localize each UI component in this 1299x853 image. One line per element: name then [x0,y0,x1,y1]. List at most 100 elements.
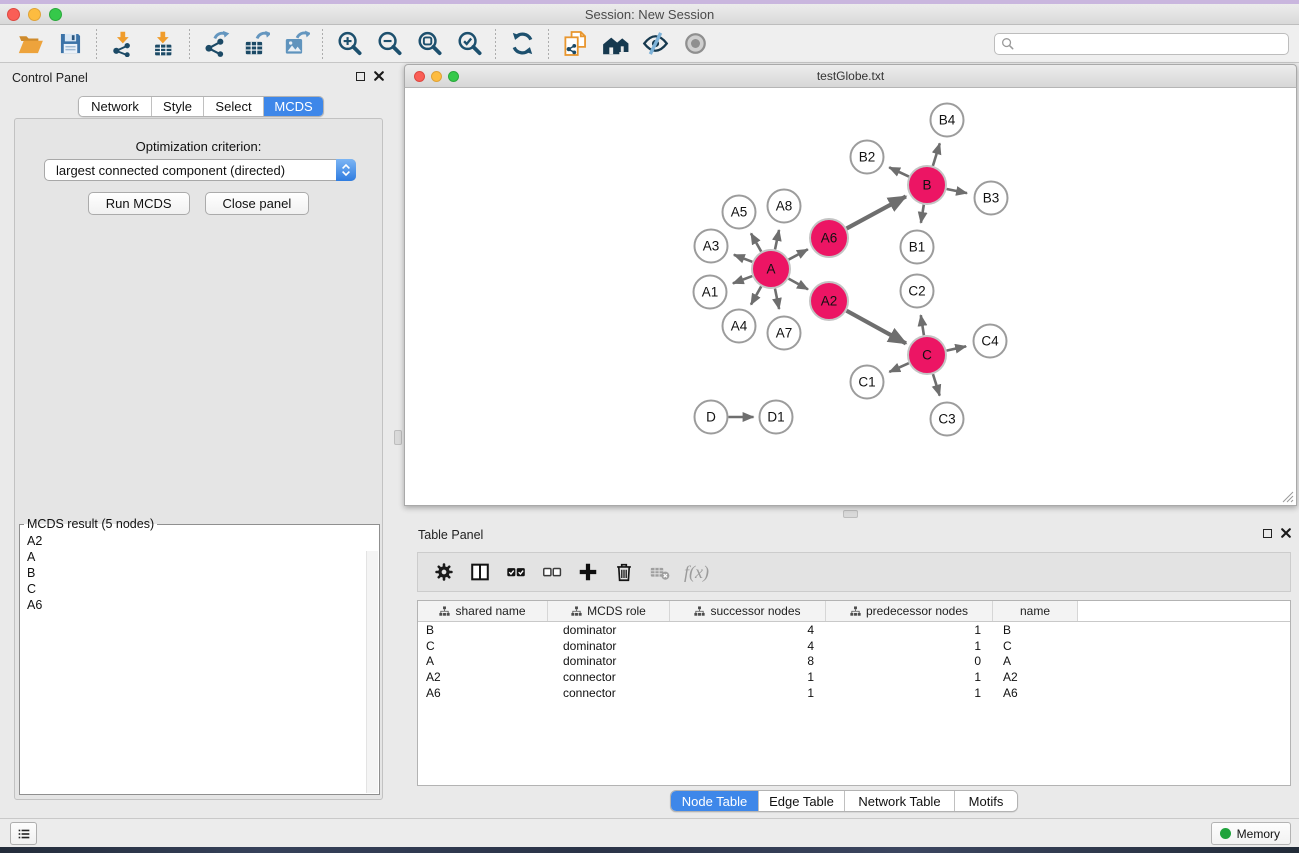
mcds-result-item[interactable]: A2 [27,533,379,549]
import-network-button[interactable] [103,28,143,60]
eye-button[interactable] [675,28,715,60]
vertical-split-grip[interactable] [394,430,402,445]
result-scrollbar[interactable] [366,551,378,793]
close-panel-icon[interactable] [374,71,384,81]
table-row[interactable]: Adominator80A [418,654,1290,670]
run-mcds-button[interactable]: Run MCDS [88,192,190,215]
column-header-shared-name[interactable]: shared name [418,601,548,621]
tab-network-table[interactable]: Network Table [845,791,955,811]
graph-node-B[interactable]: B [908,166,946,204]
graph-node-A3[interactable]: A3 [695,230,728,263]
tab-select[interactable]: Select [204,97,264,116]
float-panel-icon[interactable] [356,72,365,81]
graph-node-B4[interactable]: B4 [931,104,964,137]
graph-node-C2[interactable]: C2 [901,275,934,308]
column-header-successor-nodes[interactable]: successor nodes [670,601,826,621]
zoom-out-button[interactable] [369,28,409,60]
document-share-button[interactable] [555,28,595,60]
tab-node-table[interactable]: Node Table [671,791,759,811]
float-table-panel-icon[interactable] [1263,529,1272,538]
gear-button[interactable] [426,556,462,588]
select-all-check-button[interactable] [498,556,534,588]
graph-node-A7[interactable]: A7 [768,317,801,350]
search-input[interactable] [994,33,1289,55]
eye-hidden-button[interactable] [635,28,675,60]
graph-node-A8[interactable]: A8 [768,190,801,223]
graph-edge-A-A6[interactable] [789,249,808,259]
tab-edge-table[interactable]: Edge Table [759,791,845,811]
network-graph[interactable]: B4 B2 B B3 A8 A5 A6 A3 B1 A A1 C2 A2 A4 A7 C4 C C1 C3 D D1 [405,88,1296,505]
graph-edge-C-C2[interactable] [921,315,924,335]
graph-edge-A2-C[interactable] [847,311,906,344]
graph-edge-B-B1[interactable] [921,205,924,223]
graph-node-D1[interactable]: D1 [760,401,793,434]
graph-node-C[interactable]: C [908,336,946,374]
graph-edge-A-A2[interactable] [789,279,808,290]
mcds-result-item[interactable]: A [27,549,379,565]
open-folder-button[interactable] [10,28,50,60]
split-columns-button[interactable] [462,556,498,588]
zoom-fit-button[interactable] [409,28,449,60]
export-table-button[interactable] [236,28,276,60]
graph-node-D[interactable]: D [695,401,728,434]
tab-motifs[interactable]: Motifs [955,791,1017,811]
graph-edge-B-B2[interactable] [889,167,909,176]
export-image-button[interactable] [276,28,316,60]
mcds-result-item[interactable]: A6 [27,597,379,613]
graph-node-A1[interactable]: A1 [694,276,727,309]
graph-edge-A-A5[interactable] [751,233,761,251]
graph-node-C1[interactable]: C1 [851,366,884,399]
graph-node-B1[interactable]: B1 [901,231,934,264]
zoom-selected-button[interactable] [449,28,489,60]
memory-button[interactable]: Memory [1211,822,1291,845]
graph-node-A6[interactable]: A6 [810,219,848,257]
delete-table-button[interactable] [642,556,678,588]
mcds-result-item[interactable]: C [27,581,379,597]
graph-edge-C-C1[interactable] [889,363,908,372]
graph-edge-A-A7[interactable] [775,289,779,309]
close-panel-button[interactable]: Close panel [205,192,310,215]
column-header-predecessor-nodes[interactable]: predecessor nodes [826,601,993,621]
graph-node-A5[interactable]: A5 [723,196,756,229]
graph-node-C4[interactable]: C4 [974,325,1007,358]
table-row[interactable]: Cdominator41C [418,638,1290,654]
graph-node-A2[interactable]: A2 [810,282,848,320]
column-header-name[interactable]: name [993,601,1078,621]
graph-edge-C-C3[interactable] [933,374,940,396]
table-row[interactable]: A6connector11A6 [418,685,1290,701]
home-button[interactable] [595,28,635,60]
close-table-panel-icon[interactable] [1281,528,1291,538]
graph-node-C3[interactable]: C3 [931,403,964,436]
graph-edge-B-B3[interactable] [947,189,967,193]
tab-mcds[interactable]: MCDS [264,97,323,116]
export-network-button[interactable] [196,28,236,60]
table-row[interactable]: A2connector11A2 [418,669,1290,685]
column-header-mcds-role[interactable]: MCDS role [548,601,670,621]
add-column-button[interactable] [570,556,606,588]
task-history-button[interactable] [10,822,37,845]
horizontal-split-grip[interactable] [843,510,858,518]
zoom-in-button[interactable] [329,28,369,60]
optimization-criterion-dropdown[interactable]: largest connected component (directed) [44,159,356,181]
graph-edge-A-A4[interactable] [751,286,761,304]
tab-style[interactable]: Style [152,97,204,116]
graph-edge-B-B4[interactable] [933,143,940,165]
refresh-layout-button[interactable] [502,28,542,60]
save-session-button[interactable] [50,28,90,60]
import-table-button[interactable] [143,28,183,60]
resize-grip-icon[interactable] [1281,491,1294,503]
graph-node-A[interactable]: A [752,250,790,288]
network-canvas[interactable]: B4 B2 B B3 A8 A5 A6 A3 B1 A A1 C2 A2 A4 A7 C4 C C1 C3 D D1 [404,88,1297,506]
table-row[interactable]: Bdominator41B [418,622,1290,638]
graph-node-A4[interactable]: A4 [723,310,756,343]
mcds-result-item[interactable]: B [27,565,379,581]
graph-edge-C-C4[interactable] [947,346,967,350]
network-window-titlebar[interactable]: testGlobe.txt [404,64,1297,88]
trash-button[interactable] [606,556,642,588]
function-builder-button[interactable]: f(x) [684,562,709,583]
graph-node-B2[interactable]: B2 [851,141,884,174]
tab-network[interactable]: Network [79,97,152,116]
graph-edge-A-A3[interactable] [734,255,752,262]
graph-node-B3[interactable]: B3 [975,182,1008,215]
graph-edge-A-A8[interactable] [775,230,779,249]
